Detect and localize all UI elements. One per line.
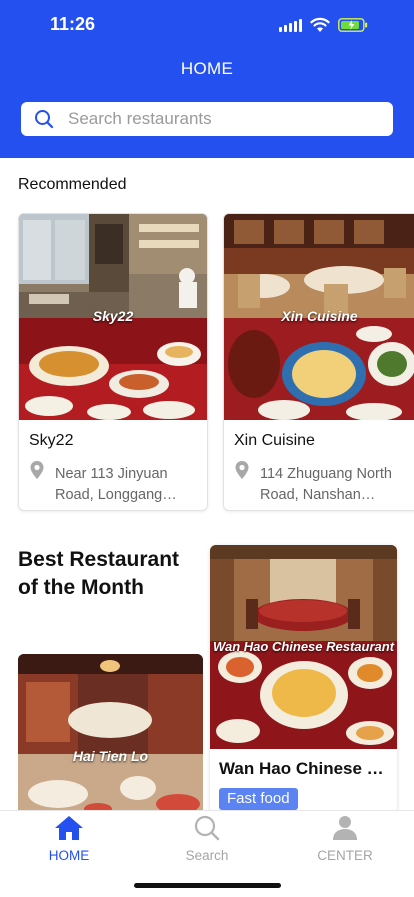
wifi-icon	[310, 17, 330, 32]
restaurant-card-sky22[interactable]: Sky22 Sky22 Near 113 Jinyuan Road, Longg…	[18, 213, 208, 511]
restaurant-address: Near 113 Jinyuan Road, Longgang…	[55, 466, 177, 503]
status-icons	[279, 16, 368, 34]
restaurant-address: 114 Zhuguang North Road, Nanshan…	[260, 466, 392, 503]
page-title: HOME	[180, 59, 234, 78]
restaurant-image: Xin Cuisine	[224, 214, 414, 420]
image-caption: Hai Tien Lo	[72, 748, 149, 764]
restaurant-card-xin-cuisine[interactable]: Xin Cuisine Xin Cuisine 114 Zhuguang Nor…	[223, 213, 414, 511]
home-indicator	[134, 883, 281, 888]
image-caption: Sky22	[92, 308, 134, 324]
category-tag: Fast food	[219, 788, 298, 810]
image-caption: Wan Hao Chinese Restaurant	[212, 639, 395, 654]
tab-center[interactable]: CENTER	[285, 815, 405, 863]
best-restaurant-title: Best Restaurant of the Month	[18, 548, 180, 599]
location-pin-icon	[235, 461, 249, 479]
search-input[interactable]: Search restaurants	[21, 102, 393, 136]
tab-home[interactable]: HOME	[9, 815, 129, 863]
search-placeholder: Search restaurants	[68, 109, 212, 128]
image-caption: Xin Cuisine	[281, 308, 358, 324]
battery-icon	[338, 18, 368, 32]
best-restaurant-card-wan-hao[interactable]: Wan Hao Chinese Restaurant Wan Hao Chine…	[210, 545, 397, 813]
restaurant-name: Xin Cuisine	[234, 432, 315, 449]
restaurant-name: Wan Hao Chinese …	[219, 759, 384, 778]
status-time: 11:26	[50, 14, 96, 34]
home-icon	[55, 816, 83, 840]
search-icon	[35, 110, 54, 129]
restaurant-name: Sky22	[29, 432, 74, 449]
app-header: 11:26 HOME Search restaurants	[0, 0, 414, 158]
tab-search[interactable]: Search	[147, 815, 267, 863]
recommended-title: Recommended	[18, 176, 127, 193]
location-pin-icon	[30, 461, 44, 479]
status-bar: 11:26	[0, 0, 414, 50]
signal-icon	[279, 18, 302, 32]
user-icon	[333, 816, 357, 840]
restaurant-image: Wan Hao Chinese Restaurant	[210, 545, 397, 749]
search-icon	[194, 815, 220, 841]
restaurant-image	[18, 654, 203, 814]
restaurant-image: Sky22	[19, 214, 207, 420]
best-restaurant-card-hai-tien-lo[interactable]: Hai Tien Lo	[18, 654, 203, 814]
